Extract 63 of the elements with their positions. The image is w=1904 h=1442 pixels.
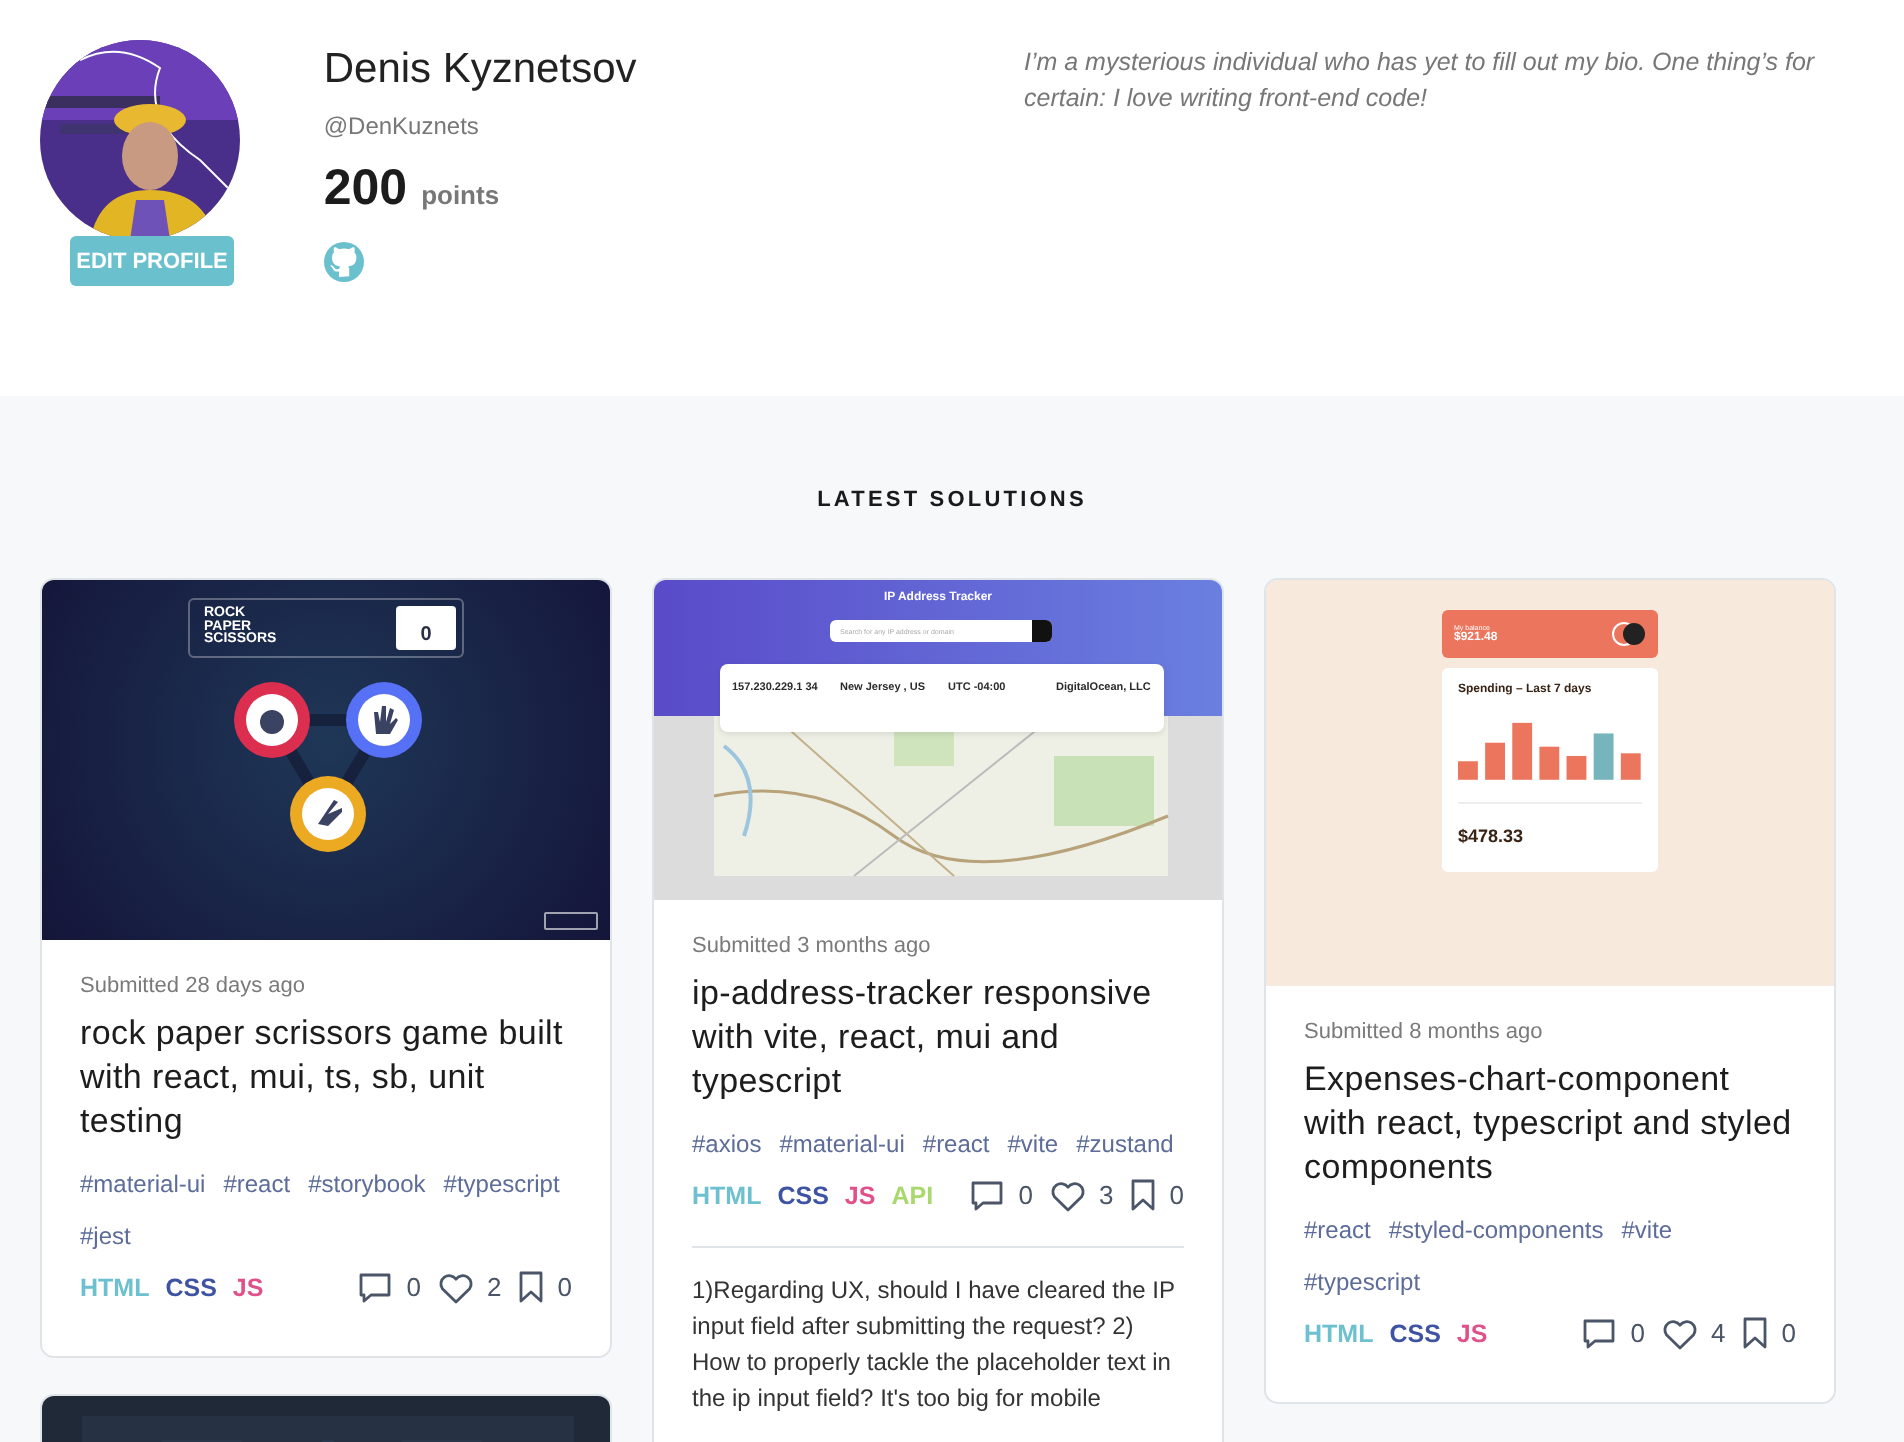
language-label: HTML (1304, 1319, 1374, 1347)
stat-count: 2 (487, 1272, 502, 1302)
tag-link[interactable]: #storybook (308, 1164, 426, 1204)
tag-link[interactable]: #react (1304, 1210, 1371, 1250)
profile-name: Denis Kyznetsov (323, 46, 639, 94)
comment-icon (970, 1179, 1005, 1211)
bookmark-icon (1129, 1178, 1156, 1212)
tag-link[interactable]: #zustand (1076, 1124, 1174, 1164)
language-label: CSS (165, 1273, 217, 1301)
tag-link[interactable]: #typescript (443, 1164, 560, 1204)
tag-link[interactable]: #vite (1007, 1124, 1059, 1164)
bookmark-icon (1741, 1316, 1768, 1350)
submitted-date: Submitted 3 months ago (692, 934, 933, 958)
bookmark-icon (517, 1270, 544, 1304)
solution-title[interactable]: ip-address-tracker responsive with vite, react, mui and typescript (692, 972, 1184, 1104)
heart-icon (1661, 1317, 1698, 1349)
language-label: JS (232, 1273, 264, 1301)
heart-icon (437, 1271, 474, 1303)
tag-link[interactable]: #react (223, 1164, 291, 1204)
stat-count: 4 (1711, 1318, 1726, 1348)
stat-count: 0 (1630, 1318, 1646, 1348)
section-heading: LATEST SOLUTIONS (815, 488, 1089, 512)
language-label: HTML (692, 1181, 762, 1209)
tag-link[interactable]: #styled-components (1388, 1210, 1604, 1250)
bio-text: I’m a mysterious individual who has yet to fill out my bio. One thing’s for certain: I love writing front-end code! (1024, 46, 1817, 116)
solution-title[interactable]: Expenses-chart-component with react, typescript and styled components (1304, 1058, 1796, 1190)
heart-icon (1049, 1179, 1086, 1211)
tag-link[interactable]: #typescript (1304, 1262, 1421, 1302)
language-label: API (891, 1181, 934, 1209)
tag-link[interactable]: #material-ui (779, 1124, 905, 1164)
tag-link[interactable]: #jest (80, 1216, 131, 1256)
stat-count: 0 (1018, 1180, 1034, 1210)
submitted-date: Submitted 8 months ago (1304, 1020, 1545, 1044)
tag-link[interactable]: #material-ui (80, 1164, 206, 1204)
language-label: JS (844, 1181, 876, 1209)
stat-count: 0 (1781, 1318, 1796, 1348)
solution-card[interactable] (1264, 578, 1836, 1404)
comment-icon (358, 1271, 393, 1303)
points-count: 200 (323, 160, 408, 218)
github-icon (323, 242, 364, 282)
submitted-date: Submitted 28 days ago (80, 974, 308, 998)
language-label: CSS (1389, 1319, 1441, 1347)
tag-link[interactable]: #react (922, 1124, 990, 1164)
solution-title[interactable]: rock paper scrissors game built with react, mui, ts, sb, unit testing (80, 1012, 572, 1144)
stat-count: 0 (557, 1272, 572, 1302)
stat-count: 0 (1169, 1180, 1184, 1210)
points-label: points (421, 180, 500, 210)
tag-link[interactable]: #vite (1621, 1210, 1673, 1250)
language-label: JS (1456, 1319, 1488, 1347)
solution-card[interactable] (652, 578, 1224, 1442)
rules-button (544, 912, 598, 930)
tag-link[interactable]: #axios (692, 1124, 762, 1164)
stat-count: 0 (406, 1272, 422, 1302)
language-label: HTML (80, 1273, 150, 1301)
search-button (1032, 620, 1052, 642)
profile-handle: @DenKuznets (323, 112, 481, 140)
score-value: 0 (396, 606, 456, 650)
stat-count: 3 (1099, 1180, 1114, 1210)
total-value: $478.33 (1458, 826, 1526, 846)
feedback-text: 1)Regarding UX, should I have cleared the IP input field after submitting the request? 2) How to properly tackle the placeholder text in the ip input field? It's too big for mobile (692, 1246, 1184, 1416)
language-label: CSS (777, 1181, 829, 1209)
comment-icon (1582, 1317, 1617, 1349)
logo-icon (1612, 622, 1646, 646)
